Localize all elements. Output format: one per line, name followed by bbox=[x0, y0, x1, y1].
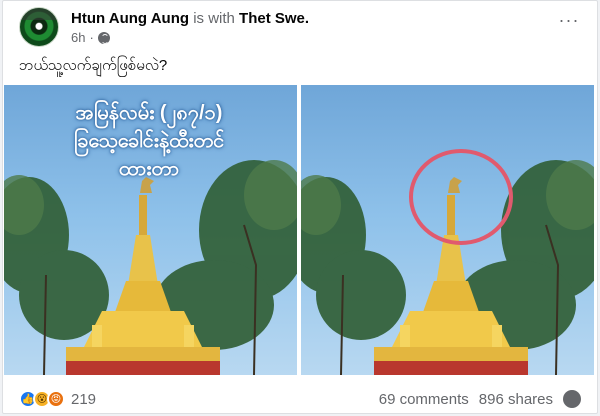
reactions-summary[interactable]: 👍 😮 😡 219 bbox=[19, 390, 96, 408]
post-card: Htun Aung Aung is with Thet Swe. 6h · ··… bbox=[2, 0, 598, 414]
photo-left[interactable]: အမြန်လမ်း (၂၈၇/၁) ခြသေ့ခေါင်းနဲ့ထီးတင် ထ… bbox=[4, 85, 297, 375]
post-author-line: Htun Aung Aung is with Thet Swe. bbox=[71, 9, 309, 28]
post-meta: 6h · bbox=[71, 30, 110, 45]
photo-right[interactable] bbox=[301, 85, 594, 375]
photo-overlay-text: အမြန်လမ်း (၂၈၇/၁) ခြသေ့ခေါင်းနဲ့ထီးတင် ထ… bbox=[73, 102, 225, 180]
angry-icon: 😡 bbox=[47, 390, 65, 408]
post-footer: 👍 😮 😡 219 69 comments 896 shares bbox=[19, 387, 581, 411]
photo-grid: အမြန်လမ်း (၂၈၇/၁) ခြသေ့ခေါင်းနဲ့ထီးတင် ထ… bbox=[3, 85, 599, 375]
post-time[interactable]: 6h bbox=[71, 30, 85, 45]
avatar[interactable] bbox=[19, 7, 59, 47]
engagement-stats: 69 comments 896 shares bbox=[379, 390, 581, 408]
author-name[interactable]: Htun Aung Aung bbox=[71, 10, 189, 27]
tagged-user[interactable]: Thet Swe. bbox=[239, 10, 309, 27]
profile-circle-icon[interactable] bbox=[563, 390, 581, 408]
post-caption: ဘယ်သူ့လက်ချက်ဖြစ်မလဲ? bbox=[19, 57, 168, 74]
reaction-count[interactable]: 219 bbox=[71, 391, 96, 408]
pagoda-scene-circled bbox=[301, 149, 594, 375]
globe-icon bbox=[97, 31, 110, 44]
more-dots-icon[interactable]: ··· bbox=[557, 11, 581, 33]
comments-count[interactable]: 69 comments bbox=[379, 391, 469, 408]
post-header: Htun Aung Aung is with Thet Swe. 6h · ··… bbox=[19, 7, 581, 47]
highlight-circle bbox=[409, 149, 513, 245]
shares-count[interactable]: 896 shares bbox=[479, 391, 553, 408]
with-text: is with bbox=[193, 10, 235, 27]
